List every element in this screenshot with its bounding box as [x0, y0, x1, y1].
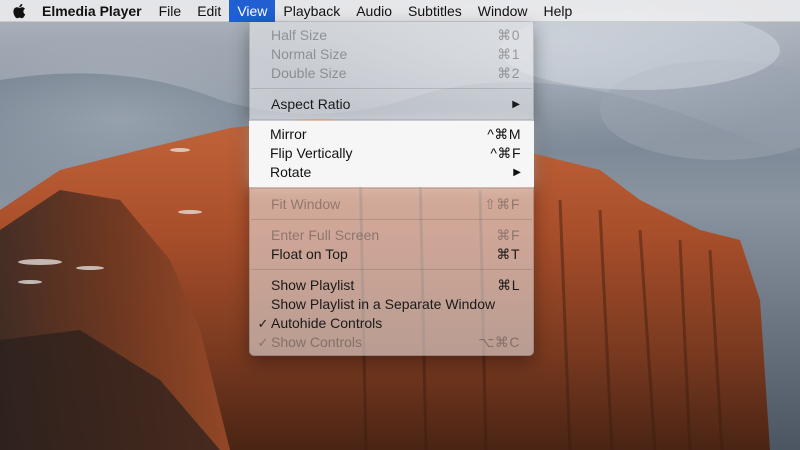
submenu-arrow-icon: ▶ — [512, 99, 520, 110]
apple-logo-icon-glyph — [13, 3, 26, 18]
menu-item-shortcut: ⌘F — [496, 227, 520, 243]
menu-item-rotate[interactable]: Rotate ▶ — [249, 163, 534, 182]
menu-item-shortcut: ⌘2 — [497, 65, 520, 81]
menu-item-label: Float on Top — [271, 246, 348, 262]
view-menu-dropdown: Half Size ⌘0 Normal Size ⌘1 Double Size … — [249, 22, 534, 356]
menu-item-double-size[interactable]: Double Size ⌘2 — [250, 64, 533, 83]
menu-item-enter-full-screen[interactable]: Enter Full Screen ⌘F — [250, 226, 533, 245]
menu-item-shortcut: ⌘1 — [497, 46, 520, 62]
menu-item-label: Fit Window — [271, 196, 341, 212]
menu-item-label: Rotate — [270, 164, 312, 180]
menu-separator — [250, 214, 533, 226]
menu-item-show-playlist-separate-window[interactable]: Show Playlist in a Separate Window — [250, 295, 533, 314]
menu-audio[interactable]: Audio — [348, 0, 400, 22]
menu-item-show-controls[interactable]: ✓ Show Controls ⌥⌘C — [250, 333, 533, 352]
menu-edit[interactable]: Edit — [189, 0, 229, 22]
menu-item-half-size[interactable]: Half Size ⌘0 — [250, 26, 533, 45]
menu-item-shortcut: ⌥⌘C — [478, 334, 520, 350]
menu-item-label: Show Playlist — [271, 277, 355, 293]
menu-item-fit-window[interactable]: Fit Window ⇧⌘F — [250, 195, 533, 214]
menu-separator — [250, 83, 533, 95]
menu-bar: Elmedia Player File Edit View Playback A… — [0, 0, 800, 22]
highlighted-menu-section: Mirror ^⌘M Flip Vertically ^⌘F Rotate ▶ — [249, 121, 534, 187]
menu-item-normal-size[interactable]: Normal Size ⌘1 — [250, 45, 533, 64]
menu-item-shortcut: ^⌘M — [487, 126, 521, 142]
menu-window[interactable]: Window — [470, 0, 536, 22]
menu-item-aspect-ratio[interactable]: Aspect Ratio ▶ — [250, 95, 533, 114]
menu-item-label: Mirror — [270, 126, 307, 142]
menu-item-label: Aspect Ratio — [271, 96, 351, 112]
menu-item-float-on-top[interactable]: Float on Top ⌘T — [250, 245, 533, 264]
menu-item-autohide-controls[interactable]: ✓ Autohide Controls — [250, 314, 533, 333]
menu-item-label: Enter Full Screen — [271, 227, 380, 243]
menu-file[interactable]: File — [151, 0, 190, 22]
menu-item-shortcut: ⌘0 — [497, 27, 520, 43]
menu-item-flip-vertically[interactable]: Flip Vertically ^⌘F — [249, 144, 534, 163]
apple-logo-icon[interactable] — [0, 0, 38, 22]
menu-help[interactable]: Help — [536, 0, 581, 22]
menu-item-label: Normal Size — [271, 46, 348, 62]
app-menu[interactable]: Elmedia Player — [38, 0, 151, 22]
menu-item-label: Half Size — [271, 27, 328, 43]
menu-subtitles[interactable]: Subtitles — [400, 0, 470, 22]
menu-item-label: Show Playlist in a Separate Window — [271, 296, 496, 312]
menu-item-shortcut: ⇧⌘F — [484, 196, 520, 212]
menu-playback[interactable]: Playback — [275, 0, 348, 22]
submenu-arrow-icon: ▶ — [513, 167, 521, 178]
menu-view[interactable]: View — [229, 0, 276, 22]
menu-separator — [250, 264, 533, 276]
menu-item-label: Flip Vertically — [270, 145, 353, 161]
checkmark-icon: ✓ — [257, 335, 269, 350]
menu-item-label: Double Size — [271, 65, 347, 81]
menu-item-label: Autohide Controls — [271, 315, 383, 331]
menu-item-shortcut: ⌘T — [496, 246, 520, 262]
menu-item-shortcut: ^⌘F — [490, 145, 521, 161]
checkmark-icon: ✓ — [257, 316, 269, 331]
menu-item-shortcut: ⌘L — [497, 277, 520, 293]
menu-item-mirror[interactable]: Mirror ^⌘M — [249, 125, 534, 144]
menu-item-label: Show Controls — [271, 334, 363, 350]
menu-item-show-playlist[interactable]: Show Playlist ⌘L — [250, 276, 533, 295]
